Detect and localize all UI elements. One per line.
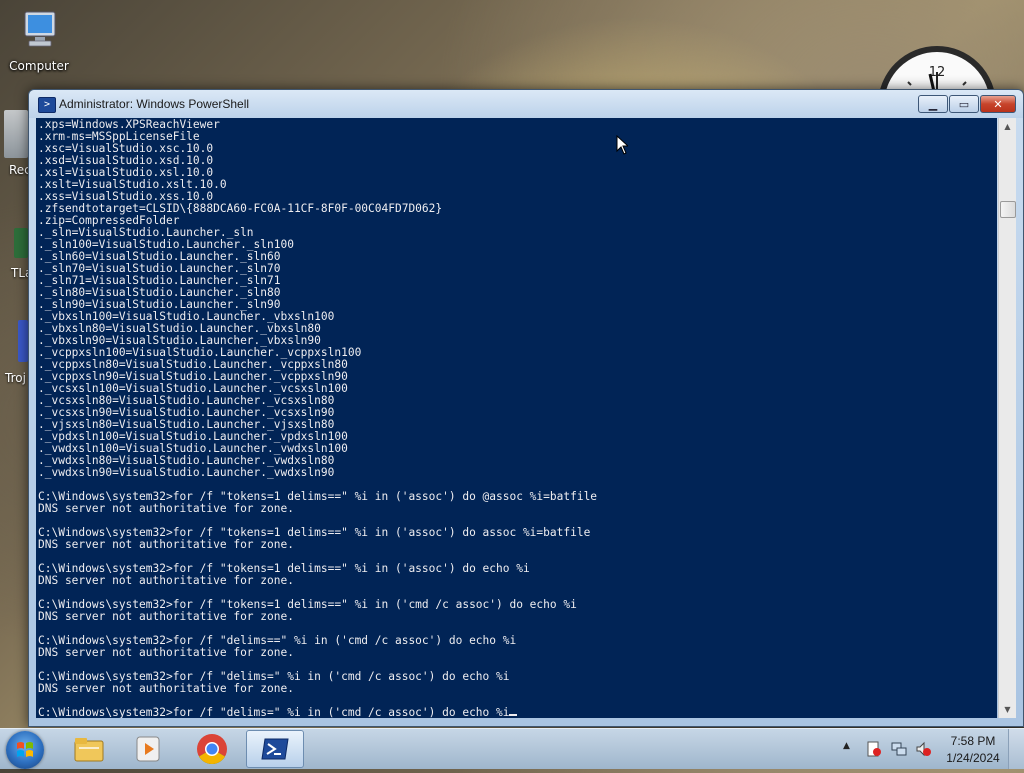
taskbar-chrome-button[interactable] <box>183 730 241 768</box>
taskbar-media-player-button[interactable] <box>120 730 178 768</box>
show-hidden-icons-button[interactable]: ▲ <box>843 741 850 751</box>
desktop-icon-label: Computer <box>9 59 69 73</box>
computer-icon <box>0 8 79 55</box>
console-line: ._vwdxsln90=VisualStudio.Launcher._vwdxs… <box>38 466 335 479</box>
clock-time[interactable]: 7:58 PM <box>938 734 1008 748</box>
taskbar-explorer-button[interactable] <box>60 730 118 768</box>
close-button[interactable]: ✕ <box>980 95 1016 113</box>
powershell-window[interactable]: > Administrator: Windows PowerShell ▁ ▭ … <box>28 89 1024 727</box>
console-line: DNS server not authoritative for zone. <box>38 682 294 695</box>
text-cursor <box>509 714 518 716</box>
minimize-icon: ▁ <box>928 97 938 111</box>
network-icon[interactable] <box>891 741 907 757</box>
recycle-bin-icon[interactable] <box>4 110 28 158</box>
maximize-icon: ▭ <box>958 97 970 111</box>
window-title: Administrator: Windows PowerShell <box>59 97 250 111</box>
powershell-icon <box>261 738 289 760</box>
minimize-button[interactable]: ▁ <box>918 95 948 113</box>
powershell-icon: > <box>38 97 56 113</box>
taskbar-powershell-button[interactable] <box>246 730 304 768</box>
clock-date[interactable]: 1/24/2024 <box>938 751 1008 765</box>
mouse-pointer-icon <box>616 134 630 159</box>
action-center-icon[interactable] <box>866 741 882 757</box>
show-desktop-button[interactable] <box>1008 729 1024 769</box>
console-line: DNS server not authoritative for zone. <box>38 610 294 623</box>
taskbar: ▲ 7:58 PM 1/24/2024 <box>0 728 1024 769</box>
window-titlebar[interactable]: > Administrator: Windows PowerShell ▁ ▭ … <box>29 90 1023 118</box>
close-icon: ✕ <box>993 97 1003 111</box>
scroll-down-icon[interactable]: ▼ <box>999 701 1016 718</box>
scrollbar-thumb[interactable] <box>1000 201 1016 218</box>
start-button[interactable] <box>6 731 44 769</box>
explorer-icon <box>74 738 104 762</box>
console-output[interactable]: .xps=Windows.XPSReachViewer .xrm-ms=MSSp… <box>36 118 997 718</box>
console-text: .xps=Windows.XPSReachViewer .xrm-ms=MSSp… <box>36 118 997 719</box>
chevron-up-icon: ▲ <box>843 741 850 751</box>
media-player-icon <box>136 736 160 762</box>
desktop-icon-computer[interactable]: Computer <box>0 8 79 73</box>
console-line: DNS server not authoritative for zone. <box>38 646 294 659</box>
scroll-up-icon[interactable]: ▲ <box>999 118 1016 135</box>
console-line: DNS server not authoritative for zone. <box>38 574 294 587</box>
chrome-icon <box>197 734 227 765</box>
app-shortcut-icon[interactable] <box>14 228 28 258</box>
console-line: DNS server not authoritative for zone. <box>38 502 294 515</box>
volume-muted-icon[interactable] <box>915 741 931 757</box>
maximize-button[interactable]: ▭ <box>949 95 979 113</box>
windows-logo-icon <box>17 742 33 757</box>
console-input-line[interactable]: C:\Windows\system32>for /f "delims=" %i … <box>38 706 509 719</box>
vertical-scrollbar[interactable]: ▲ ▼ <box>998 118 1016 718</box>
console-line: DNS server not authoritative for zone. <box>38 538 294 551</box>
desktop-icon-label-partial[interactable]: Troj <box>5 371 26 385</box>
app-shortcut-icon[interactable] <box>18 320 28 362</box>
